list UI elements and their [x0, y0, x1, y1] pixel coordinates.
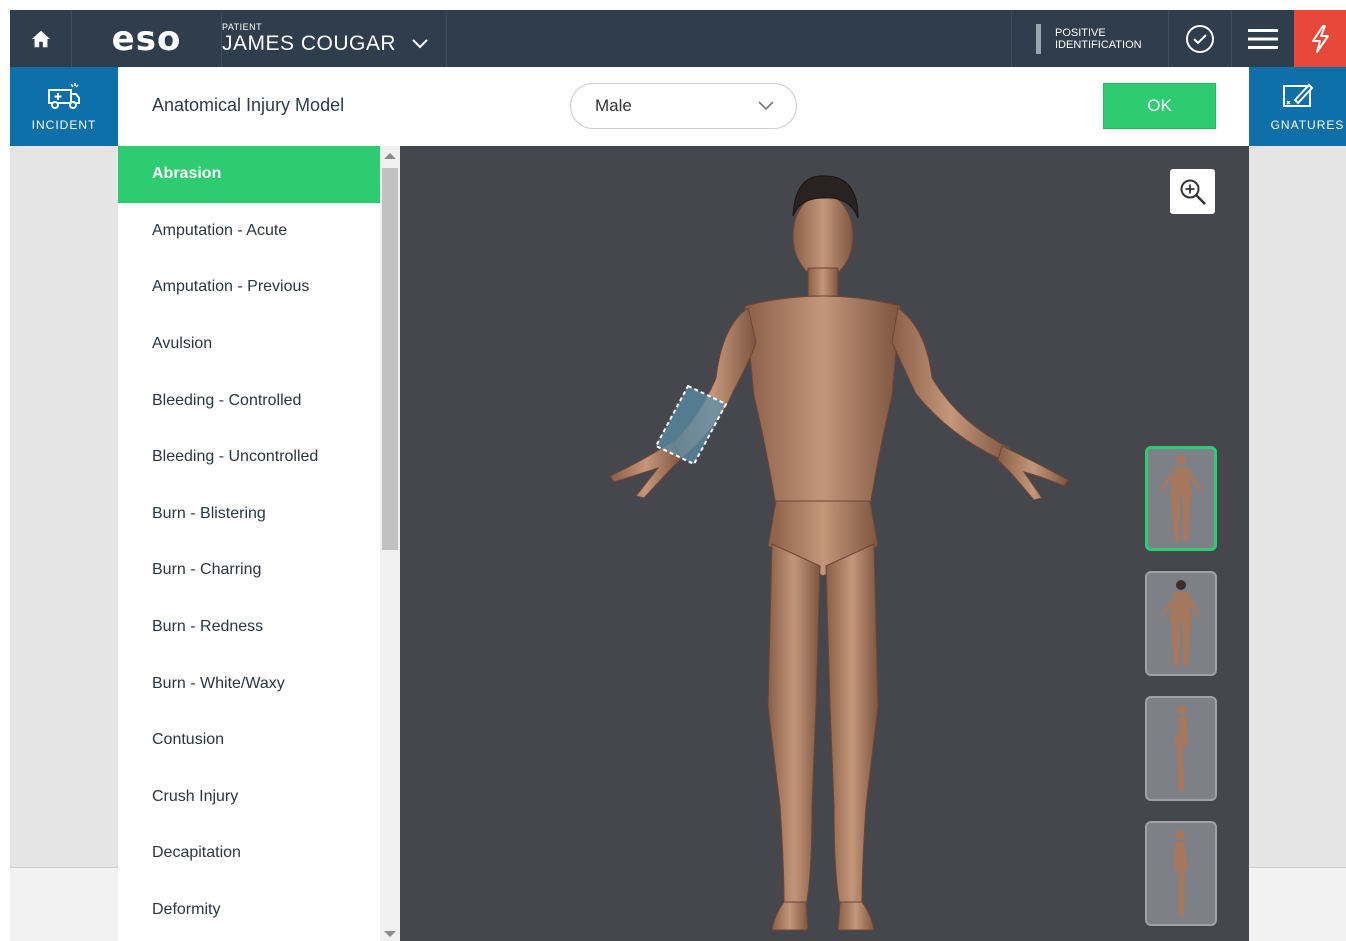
home-icon [31, 30, 50, 47]
injury-list-item[interactable]: Burn - Charring [118, 542, 400, 599]
modal-header: Anatomical Injury Model Male OK [118, 67, 1249, 146]
body-model-viewer[interactable] [400, 146, 1249, 941]
nav-incident[interactable]: INCIDENT [10, 67, 118, 146]
alert-button[interactable] [1294, 10, 1346, 67]
nav-signatures[interactable]: GNATURES [1249, 67, 1346, 146]
patient-label: PATIENT [222, 21, 263, 32]
home-button[interactable] [10, 10, 72, 67]
patient-name-row: JAMES COUGAR [222, 32, 428, 56]
injury-list-item[interactable]: Amputation - Acute [118, 203, 400, 260]
injury-list-item[interactable]: Decapitation [118, 825, 400, 882]
body-figure [609, 175, 1069, 931]
app-frame: eso PATIENT JAMES COUGAR POSITIVE IDENTI… [10, 10, 1346, 941]
injury-list-item[interactable]: Avulsion [118, 316, 400, 373]
view-thumbnail-right-side[interactable] [1145, 821, 1217, 926]
injury-list: Abrasion Amputation - Acute Amputation - P… [118, 146, 400, 938]
bottom-strip-left [10, 867, 118, 941]
hamburger-menu-icon [1248, 28, 1278, 49]
signature-icon [1282, 83, 1313, 107]
injury-list-item[interactable]: Burn - White/Waxy [118, 655, 400, 712]
logo-text: eso [111, 18, 182, 59]
menu-button[interactable] [1232, 10, 1294, 67]
view-angle-thumbnails [1145, 446, 1217, 941]
id-status-bar [1036, 23, 1041, 54]
zoom-in-icon [1180, 179, 1206, 205]
chevron-down-icon [412, 38, 428, 48]
top-bar: eso PATIENT JAMES COUGAR POSITIVE IDENTI… [10, 10, 1346, 67]
anatomical-injury-modal: Anatomical Injury Model Male OK Abrasion… [118, 67, 1249, 941]
nav-incident-label: INCIDENT [31, 117, 97, 132]
positive-id-line2: IDENTIFICATION [1055, 38, 1142, 51]
injury-list-item[interactable]: Burn - Redness [118, 599, 400, 656]
body-right-side-thumbnail [1174, 830, 1188, 916]
patient-selector[interactable]: PATIENT JAMES COUGAR [222, 10, 447, 67]
modal-title: Anatomical Injury Model [152, 95, 345, 115]
list-scrollbar[interactable] [380, 146, 400, 941]
positive-identification[interactable]: POSITIVE IDENTIFICATION [1011, 10, 1169, 67]
body-left-side-thumbnail [1174, 705, 1188, 791]
view-thumbnail-back[interactable] [1145, 571, 1217, 676]
positive-id-line1: POSITIVE [1055, 26, 1106, 39]
scroll-up-arrow[interactable] [384, 153, 396, 159]
bottom-strip-right [1249, 867, 1346, 941]
body-front-thumbnail [1159, 455, 1203, 541]
scroll-down-arrow[interactable] [384, 931, 396, 937]
injury-list-item[interactable]: Crush Injury [118, 769, 400, 826]
injury-list-item[interactable]: Burn - Blistering [118, 486, 400, 543]
injury-list-item[interactable]: Abrasion [118, 146, 380, 203]
app-root: eso PATIENT JAMES COUGAR POSITIVE IDENTI… [0, 0, 1346, 941]
lightning-bolt-icon [1312, 24, 1329, 53]
check-circle-icon [1186, 24, 1214, 53]
zoom-button[interactable] [1170, 169, 1215, 214]
injury-list-item[interactable]: Amputation - Previous [118, 259, 400, 316]
injury-list-item[interactable]: Bleeding - Controlled [118, 372, 400, 429]
eso-logo: eso [72, 10, 222, 67]
body-back-thumbnail [1161, 580, 1201, 666]
injury-type-list: Abrasion Amputation - Acute Amputation - P… [118, 146, 400, 941]
injury-list-item[interactable]: Deformity [118, 882, 400, 939]
scrollbar-thumb[interactable] [382, 168, 398, 550]
positive-id-text: POSITIVE IDENTIFICATION [1055, 27, 1142, 51]
ambulance-icon [48, 82, 80, 109]
chevron-down-icon [758, 101, 774, 111]
human-body-model[interactable] [400, 146, 1249, 941]
nav-signatures-label: GNATURES [1270, 117, 1345, 132]
patient-name: JAMES COUGAR [222, 31, 397, 55]
injury-list-item[interactable]: Contusion [118, 712, 400, 769]
injury-list-item[interactable]: Bleeding - Uncontrolled [118, 429, 400, 486]
gender-select[interactable]: Male [570, 83, 797, 129]
ok-button[interactable]: OK [1103, 83, 1216, 129]
check-button[interactable] [1169, 10, 1232, 67]
view-thumbnail-left-side[interactable] [1145, 696, 1217, 801]
view-thumbnail-front[interactable] [1145, 446, 1217, 551]
gender-select-value: Male [595, 96, 632, 115]
